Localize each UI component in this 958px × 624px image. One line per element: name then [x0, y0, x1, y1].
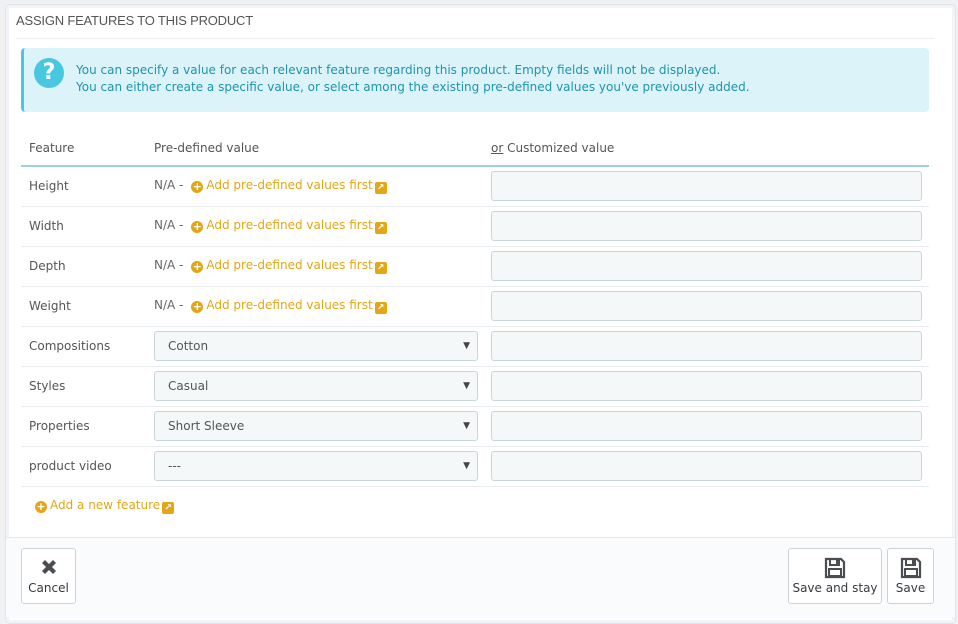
selected-value: Casual	[168, 379, 209, 393]
header-custom: or Customized value	[483, 130, 929, 167]
predefined-value-select[interactable]: Casual ▼	[154, 371, 478, 401]
external-link-icon: ↗	[374, 182, 387, 195]
customized-value-input[interactable]	[491, 371, 922, 401]
na-label: N/A -	[154, 218, 184, 232]
feature-name: Styles	[21, 366, 146, 407]
external-link-icon: ↗	[162, 502, 175, 514]
table-header-row: Feature Pre-defined value or Customized …	[21, 130, 929, 167]
cancel-label: Cancel	[28, 581, 69, 595]
feature-row: Weight N/A - + Add pre-defined values first…	[21, 286, 929, 327]
custom-cell	[483, 206, 929, 247]
predefined-value-select[interactable]: Short Sleeve ▼	[154, 411, 478, 441]
custom-cell	[483, 326, 929, 367]
save-and-stay-label: Save and stay	[792, 581, 878, 595]
customized-value-input[interactable]	[491, 291, 922, 321]
plus-circle-icon: +	[191, 300, 204, 313]
customized-value-input[interactable]	[491, 331, 922, 361]
feature-name: Weight	[21, 286, 146, 327]
add-predefined-values-link[interactable]: + Add pre-defined values first ↗	[191, 178, 387, 195]
caret-down-icon: ▼	[463, 461, 470, 471]
external-link-icon: ↗	[374, 222, 387, 234]
feature-row: Styles Casual ▼	[21, 366, 929, 407]
header-feature: Feature	[21, 130, 146, 167]
predefined-cell: N/A - + Add pre-defined values first ↗	[146, 206, 483, 247]
predefined-cell: --- ▼	[146, 446, 483, 487]
caret-down-icon: ▼	[463, 421, 470, 431]
selected-value: ---	[168, 459, 181, 473]
alert-line-2: You can either create a specific value, …	[76, 80, 750, 94]
customized-value-input[interactable]	[491, 211, 922, 241]
add-new-feature-label: Add a new feature	[50, 498, 161, 512]
custom-cell	[483, 366, 929, 407]
na-label: N/A -	[154, 178, 184, 193]
predefined-cell: Casual ▼	[146, 366, 483, 407]
panel-footer: Cancel Save and stay Save	[6, 537, 955, 617]
feature-row: Compositions Cotton ▼	[21, 326, 929, 367]
alert-line-1: You can specify a value for each relevan…	[76, 63, 721, 77]
floppy-disk-icon	[789, 549, 881, 579]
plus-circle-icon: +	[191, 180, 204, 194]
caret-down-icon: ▼	[463, 381, 470, 391]
predefined-cell: Cotton ▼	[146, 326, 483, 367]
custom-cell	[483, 406, 929, 447]
predefined-value-select[interactable]: --- ▼	[154, 451, 478, 481]
feature-name: product video	[21, 446, 146, 487]
caret-down-icon: ▼	[463, 341, 470, 351]
predefined-cell: N/A - + Add pre-defined values first ↗	[146, 166, 483, 207]
predefined-cell: N/A - + Add pre-defined values first ↗	[146, 286, 483, 327]
selected-value: Cotton	[168, 339, 209, 353]
alert-text: You can specify a value for each relevan…	[76, 62, 750, 96]
feature-row: product video --- ▼	[21, 446, 929, 487]
question-circle-icon: ?	[34, 58, 64, 88]
feature-name: Width	[21, 206, 146, 247]
customized-value-input[interactable]	[491, 251, 922, 281]
feature-name: Properties	[21, 406, 146, 447]
plus-circle-icon: +	[35, 500, 47, 513]
custom-cell	[483, 246, 929, 287]
save-button[interactable]: Save	[887, 548, 934, 604]
predefined-value-select[interactable]: Cotton ▼	[154, 331, 478, 361]
customized-value-input[interactable]	[491, 411, 922, 441]
add-predefined-values-link[interactable]: + Add pre-defined values first ↗	[191, 218, 387, 234]
plus-circle-icon: +	[191, 260, 204, 273]
panel-title: Assign features to this product	[16, 11, 935, 39]
feature-row: Depth N/A - + Add pre-defined values first ↗	[21, 246, 929, 287]
feature-name: Depth	[21, 246, 146, 287]
predefined-cell: N/A - + Add pre-defined values first ↗	[146, 246, 483, 287]
info-alert: ? You can specify a value for each relev…	[21, 48, 929, 112]
feature-row: Height N/A - + Add pre-defined values first…	[21, 166, 929, 207]
feature-name: Compositions	[21, 326, 146, 367]
external-link-icon: ↗	[374, 262, 387, 274]
add-predefined-label: Add pre-defined values first	[206, 298, 373, 312]
close-icon	[22, 549, 75, 577]
header-predefined: Pre-defined value	[146, 130, 483, 167]
save-label: Save	[895, 581, 926, 595]
features-table: Feature Pre-defined value or Customized …	[21, 130, 929, 487]
feature-name: Height	[21, 166, 146, 207]
external-link-icon: ↗	[374, 302, 387, 314]
floppy-disk-icon	[888, 549, 933, 579]
customized-value-input[interactable]	[491, 451, 922, 481]
header-custom-label: Customized value	[507, 140, 615, 155]
predefined-cell: Short Sleeve ▼	[146, 406, 483, 447]
na-label: N/A -	[154, 258, 184, 272]
save-and-stay-button[interactable]: Save and stay	[788, 548, 882, 604]
add-new-feature-link[interactable]: + Add a new feature ↗	[35, 498, 175, 514]
feature-row: Properties Short Sleeve ▼	[21, 406, 929, 447]
custom-cell	[483, 446, 929, 487]
add-predefined-values-link[interactable]: + Add pre-defined values first ↗	[191, 298, 387, 314]
customized-value-input[interactable]	[491, 171, 922, 202]
add-predefined-label: Add pre-defined values first	[206, 178, 373, 193]
header-or: or	[491, 140, 504, 155]
selected-value: Short Sleeve	[168, 419, 245, 433]
add-predefined-label: Add pre-defined values first	[206, 258, 373, 272]
cancel-button[interactable]: Cancel	[21, 548, 76, 604]
plus-circle-icon: +	[191, 220, 204, 233]
custom-cell	[483, 166, 929, 207]
na-label: N/A -	[154, 298, 184, 312]
add-predefined-label: Add pre-defined values first	[206, 218, 373, 232]
custom-cell	[483, 286, 929, 327]
add-predefined-values-link[interactable]: + Add pre-defined values first ↗	[191, 258, 387, 274]
feature-row: Width N/A - + Add pre-defined values first ↗	[21, 206, 929, 247]
